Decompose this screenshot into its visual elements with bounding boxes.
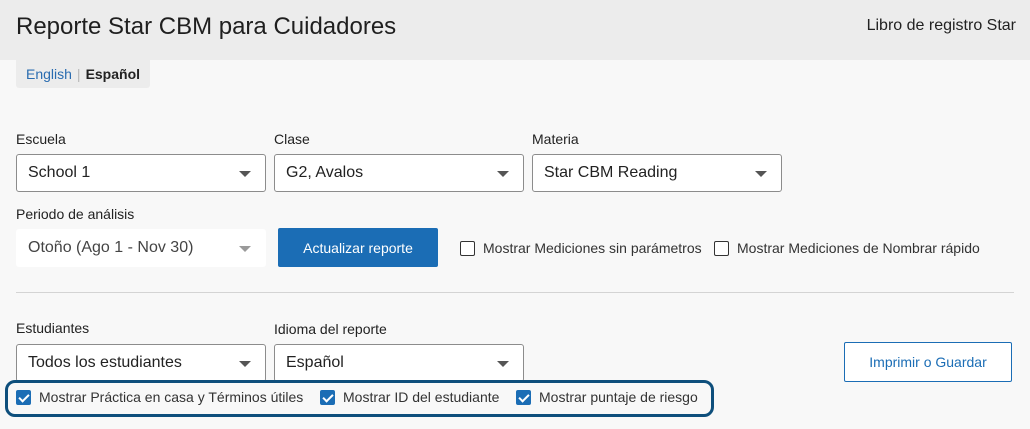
report-language-select[interactable]: Español (274, 344, 524, 382)
chevron-down-icon (239, 361, 251, 367)
section-divider (16, 292, 1014, 293)
students-select-value: Todos los estudiantes (28, 354, 182, 371)
show-quick-name-checkbox[interactable]: Mostrar Mediciones de Nombrar rápido (714, 240, 980, 256)
show-quick-name-label: Mostrar Mediciones de Nombrar rápido (737, 240, 980, 256)
school-label: Escuela (16, 131, 66, 147)
show-student-id-label: Mostrar ID del estudiante (343, 389, 500, 405)
class-select[interactable]: G2, Avalos (274, 154, 524, 192)
chevron-down-icon (239, 171, 251, 177)
star-record-book-link[interactable]: Libro de registro Star (867, 17, 1016, 35)
show-student-id-checkbox[interactable]: Mostrar ID del estudiante (320, 389, 499, 405)
print-or-save-button[interactable]: Imprimir o Guardar (844, 342, 1012, 382)
language-separator: | (76, 66, 81, 82)
show-home-practice-label: Mostrar Práctica en casa y Términos útil… (39, 389, 304, 405)
checkbox-checked-icon (516, 389, 531, 405)
chevron-down-icon (239, 246, 251, 252)
chevron-down-icon (497, 361, 509, 367)
subject-label: Materia (532, 131, 579, 147)
page-header: Reporte Star CBM para Cuidadores Libro d… (0, 0, 1030, 60)
checkbox-empty-icon (460, 240, 475, 256)
report-language-label: Idioma del reporte (274, 321, 387, 337)
checkbox-checked-icon (16, 389, 31, 405)
show-risk-score-checkbox[interactable]: Mostrar puntaje de riesgo (516, 389, 698, 405)
show-home-practice-checkbox[interactable]: Mostrar Práctica en casa y Términos útil… (16, 389, 303, 405)
students-label: Estudiantes (16, 320, 90, 336)
language-switch: English | Español (16, 60, 151, 88)
page-title: Reporte Star CBM para Cuidadores (16, 13, 397, 40)
chevron-down-icon (497, 171, 509, 177)
show-risk-score-label: Mostrar puntaje de riesgo (539, 389, 698, 405)
period-label: Periodo de análisis (16, 206, 135, 222)
checkbox-empty-icon (714, 240, 729, 256)
class-select-value: G2, Avalos (286, 164, 364, 181)
checkbox-checked-icon (320, 389, 335, 405)
subject-select-value: Star CBM Reading (544, 164, 678, 181)
chevron-down-icon (755, 171, 767, 177)
show-no-params-checkbox[interactable]: Mostrar Mediciones sin parámetros (460, 240, 702, 256)
update-report-button[interactable]: Actualizar reporte (278, 228, 438, 267)
english-link[interactable]: English (26, 66, 72, 82)
class-label: Clase (274, 131, 310, 147)
school-select-value: School 1 (28, 164, 91, 181)
period-select[interactable]: Otoño (Ago 1 - Nov 30) (16, 229, 266, 267)
spanish-current-language: Español (85, 66, 141, 82)
report-language-select-value: Español (286, 354, 344, 371)
students-select[interactable]: Todos los estudiantes (16, 344, 266, 382)
show-no-params-label: Mostrar Mediciones sin parámetros (483, 240, 702, 256)
school-select[interactable]: School 1 (16, 154, 266, 192)
subject-select[interactable]: Star CBM Reading (532, 154, 782, 192)
period-select-value: Otoño (Ago 1 - Nov 30) (28, 239, 194, 256)
